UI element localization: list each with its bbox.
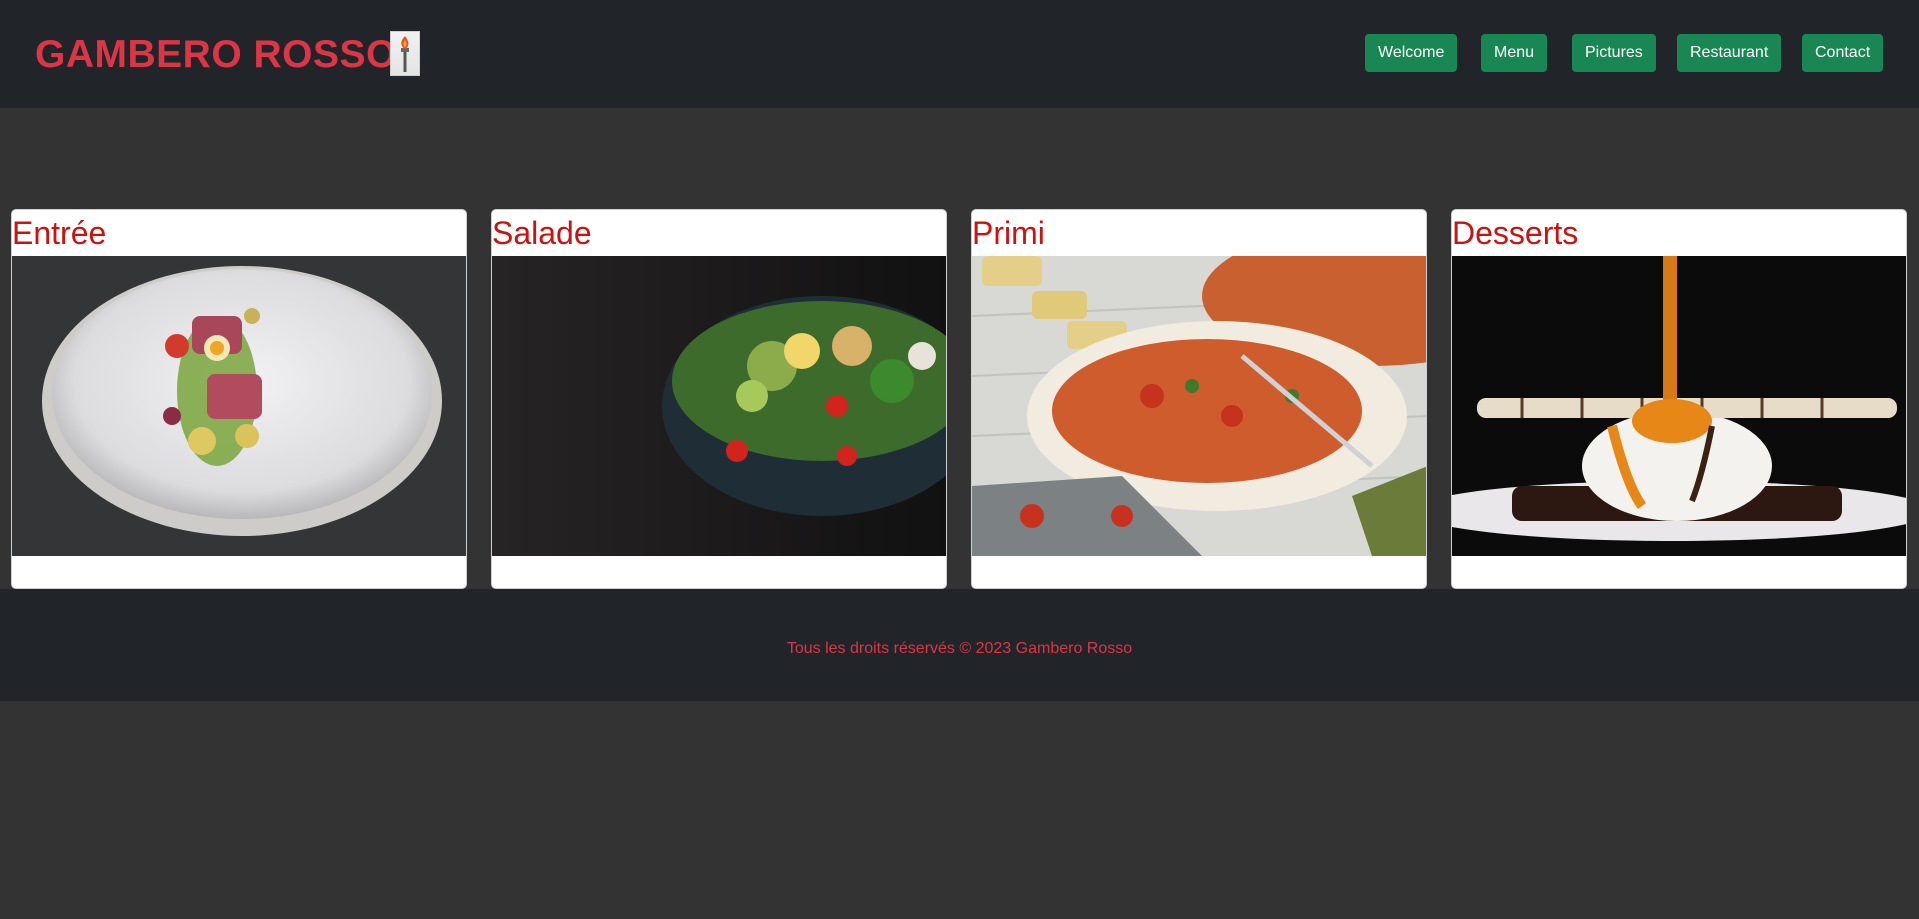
nav-restaurant-button[interactable]: Restaurant — [1677, 34, 1782, 72]
card-salade: Salade — [491, 209, 947, 589]
nav-menu-button[interactable]: Menu — [1481, 34, 1548, 72]
site-footer: Tous les droits réservés © 2023 Gambero … — [0, 589, 1919, 701]
ice-cream-caramel-dessert-photo — [1452, 256, 1906, 556]
fusilli-pasta-photo — [972, 256, 1426, 556]
card-title: Desserts — [1452, 215, 1579, 251]
nav-welcome-button[interactable]: Welcome — [1365, 34, 1458, 72]
torch-logo-icon — [390, 31, 420, 76]
plated-meat-vegetables-photo — [12, 256, 466, 556]
salad-bowl-photo — [492, 256, 946, 556]
nav-contact-button[interactable]: Contact — [1802, 34, 1884, 72]
card-title: Primi — [972, 215, 1045, 251]
card-title: Salade — [492, 215, 592, 251]
card-desserts: Desserts — [1451, 209, 1907, 589]
card-primi: Primi — [971, 209, 1427, 589]
site-header: GAMBERO ROSSO Welcome Menu Pictures Rest… — [0, 0, 1919, 108]
copyright-text: Tous les droits réservés © 2023 Gambero … — [786, 640, 1133, 657]
brand-title[interactable]: GAMBERO ROSSO — [35, 30, 397, 80]
card-entree: Entrée — [11, 209, 467, 589]
nav-pictures-button[interactable]: Pictures — [1572, 34, 1656, 72]
card-title: Entrée — [12, 215, 107, 251]
